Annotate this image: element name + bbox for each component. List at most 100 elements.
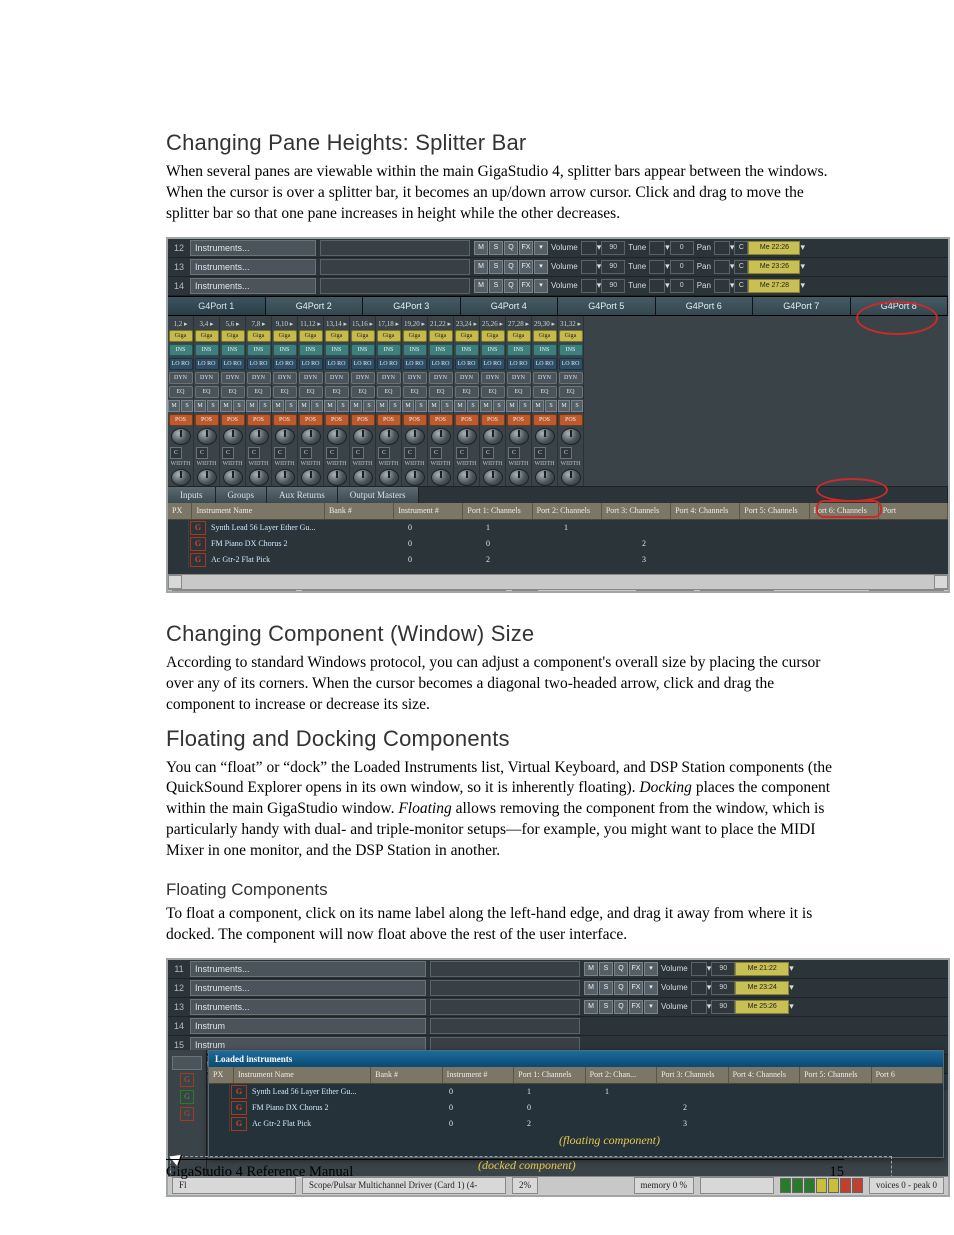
instrument-row[interactable]: GSynth Lead 56 Layer Ether Gu...011: [168, 520, 948, 536]
column-header[interactable]: PX: [209, 1067, 234, 1083]
pan-knob[interactable]: [171, 428, 191, 445]
tune-slider[interactable]: [649, 260, 665, 274]
dsp-tab[interactable]: Aux Returns: [267, 487, 338, 503]
keyboard-strip[interactable]: [430, 980, 580, 996]
mixer-channel[interactable]: 7,8 ▸GigaINSLO RODYNEQMSPOSCWIDTH: [246, 316, 272, 486]
volume-slider[interactable]: [581, 279, 597, 293]
width-knob[interactable]: [353, 469, 373, 486]
volume-slider[interactable]: [691, 981, 707, 995]
port-tab[interactable]: G4Port 7: [753, 297, 851, 315]
column-header[interactable]: Instrument #: [443, 1067, 514, 1083]
pan-slider[interactable]: [714, 279, 730, 293]
column-header[interactable]: Port 6: [872, 1067, 943, 1083]
instrument-row[interactable]: GFM Piano DX Chorus 2002: [168, 536, 948, 552]
column-header[interactable]: PX: [168, 503, 192, 519]
output-box[interactable]: Me 23:24: [735, 981, 789, 995]
center-button[interactable]: C: [734, 279, 748, 293]
output-box[interactable]: Me 21:22: [735, 962, 789, 976]
msqfx-buttons[interactable]: MSQFX▾: [584, 1000, 658, 1014]
port-tab[interactable]: G4Port 1: [168, 297, 266, 315]
value-box[interactable]: 90: [601, 279, 625, 293]
tune-slider[interactable]: [649, 241, 665, 255]
mixer-channel[interactable]: 27,28 ▸GigaINSLO RODYNEQMSPOSCWIDTH: [506, 316, 532, 486]
pan-knob[interactable]: [353, 428, 373, 445]
msqfx-buttons[interactable]: MSQFX▾: [584, 962, 658, 976]
column-header[interactable]: Port 1: Channels: [514, 1067, 585, 1083]
mixer-channel[interactable]: 31,32 ▸GigaINSLO RODYNEQMSPOSCWIDTH: [558, 316, 584, 486]
mixer-channel[interactable]: 23,24 ▸GigaINSLO RODYNEQMSPOSCWIDTH: [454, 316, 480, 486]
volume-slider[interactable]: [581, 241, 597, 255]
width-knob[interactable]: [509, 469, 529, 486]
msqfx-buttons[interactable]: MSQFX▾: [474, 241, 548, 255]
volume-slider[interactable]: [691, 962, 707, 976]
pan-knob[interactable]: [197, 428, 217, 445]
output-box[interactable]: Me 23:26: [748, 260, 800, 274]
loaded-instruments-panel[interactable]: Loaded instruments PXInstrument NameBank…: [208, 1050, 944, 1158]
width-knob[interactable]: [275, 469, 295, 486]
dsp-tab[interactable]: Output Masters: [338, 487, 419, 503]
keyboard-strip[interactable]: [430, 1018, 580, 1034]
msqfx-buttons[interactable]: MSQFX▾: [474, 260, 548, 274]
mixer-channel[interactable]: 9,10 ▸GigaINSLO RODYNEQMSPOSCWIDTH: [272, 316, 298, 486]
column-header[interactable]: Instrument #: [394, 503, 463, 519]
mixer-channel[interactable]: 1,2 ▸GigaINSLO RODYNEQMSPOSCWIDTH: [168, 316, 194, 486]
port-tab[interactable]: G4Port 6: [656, 297, 754, 315]
port-tab[interactable]: G4Port 5: [558, 297, 656, 315]
mixer-channel[interactable]: 17,18 ▸GigaINSLO RODYNEQMSPOSCWIDTH: [376, 316, 402, 486]
width-knob[interactable]: [301, 469, 321, 486]
msqfx-buttons[interactable]: MSQFX▾: [474, 279, 548, 293]
pan-knob[interactable]: [457, 428, 477, 445]
pan-knob[interactable]: [405, 428, 425, 445]
mixer-channel[interactable]: 21,22 ▸GigaINSLO RODYNEQMSPOSCWIDTH: [428, 316, 454, 486]
width-knob[interactable]: [457, 469, 477, 486]
tune-slider[interactable]: [649, 279, 665, 293]
dsp-tab[interactable]: Inputs: [168, 487, 216, 503]
width-knob[interactable]: [561, 469, 581, 486]
width-knob[interactable]: [535, 469, 555, 486]
instrument-field[interactable]: Instruments...: [190, 961, 426, 977]
column-header[interactable]: Port 2: Channels: [533, 503, 602, 519]
column-header[interactable]: Port 5: Channels: [740, 503, 809, 519]
instrument-row[interactable]: GSynth Lead 56 Layer Ether Gu...011: [209, 1084, 943, 1100]
column-header[interactable]: Bank #: [325, 503, 394, 519]
pan-knob[interactable]: [275, 428, 295, 445]
center-button[interactable]: C: [734, 241, 748, 255]
status-keyboard[interactable]: [700, 590, 774, 593]
width-knob[interactable]: [483, 469, 503, 486]
column-header[interactable]: Port 4: Channels: [671, 503, 740, 519]
pan-knob[interactable]: [509, 428, 529, 445]
value-box[interactable]: 90: [711, 962, 735, 976]
width-knob[interactable]: [249, 469, 269, 486]
instrument-field[interactable]: Instruments...: [190, 999, 426, 1015]
keyboard-strip[interactable]: [320, 278, 470, 294]
pan-knob[interactable]: [535, 428, 555, 445]
column-header[interactable]: Instrument Name: [234, 1067, 371, 1083]
instrument-field[interactable]: Instruments...: [190, 240, 316, 256]
port-tab[interactable]: G4Port 4: [461, 297, 559, 315]
output-box[interactable]: Me 25:26: [735, 1000, 789, 1014]
column-header[interactable]: Port 3: Channels: [602, 503, 671, 519]
instrument-field[interactable]: Instrum: [190, 1018, 426, 1034]
mixer-channel[interactable]: 15,16 ▸GigaINSLO RODYNEQMSPOSCWIDTH: [350, 316, 376, 486]
column-header[interactable]: Instrument Name: [192, 503, 325, 519]
port-tab[interactable]: G4Port 2: [266, 297, 364, 315]
width-knob[interactable]: [379, 469, 399, 486]
mixer-channel[interactable]: 11,12 ▸GigaINSLO RODYNEQMSPOSCWIDTH: [298, 316, 324, 486]
column-header[interactable]: Port 4: Channels: [729, 1067, 800, 1083]
mixer-channel[interactable]: 3,4 ▸GigaINSLO RODYNEQMSPOSCWIDTH: [194, 316, 220, 486]
mixer-channel[interactable]: 13,14 ▸GigaINSLO RODYNEQMSPOSCWIDTH: [324, 316, 350, 486]
loaded-instruments-title[interactable]: Loaded instruments: [209, 1051, 943, 1067]
port-tab[interactable]: G4Port 3: [363, 297, 461, 315]
column-header[interactable]: Port 1: Channels: [463, 503, 532, 519]
center-button[interactable]: C: [734, 260, 748, 274]
output-box[interactable]: Me 27:28: [748, 279, 800, 293]
column-header[interactable]: Port 5: Channels: [800, 1067, 871, 1083]
instrument-field[interactable]: Instruments...: [190, 278, 316, 294]
keyboard-strip[interactable]: [320, 259, 470, 275]
width-knob[interactable]: [405, 469, 425, 486]
width-knob[interactable]: [327, 469, 347, 486]
pan-knob[interactable]: [561, 428, 581, 445]
msqfx-buttons[interactable]: MSQFX▾: [584, 981, 658, 995]
pan-knob[interactable]: [249, 428, 269, 445]
value-box[interactable]: 90: [711, 981, 735, 995]
